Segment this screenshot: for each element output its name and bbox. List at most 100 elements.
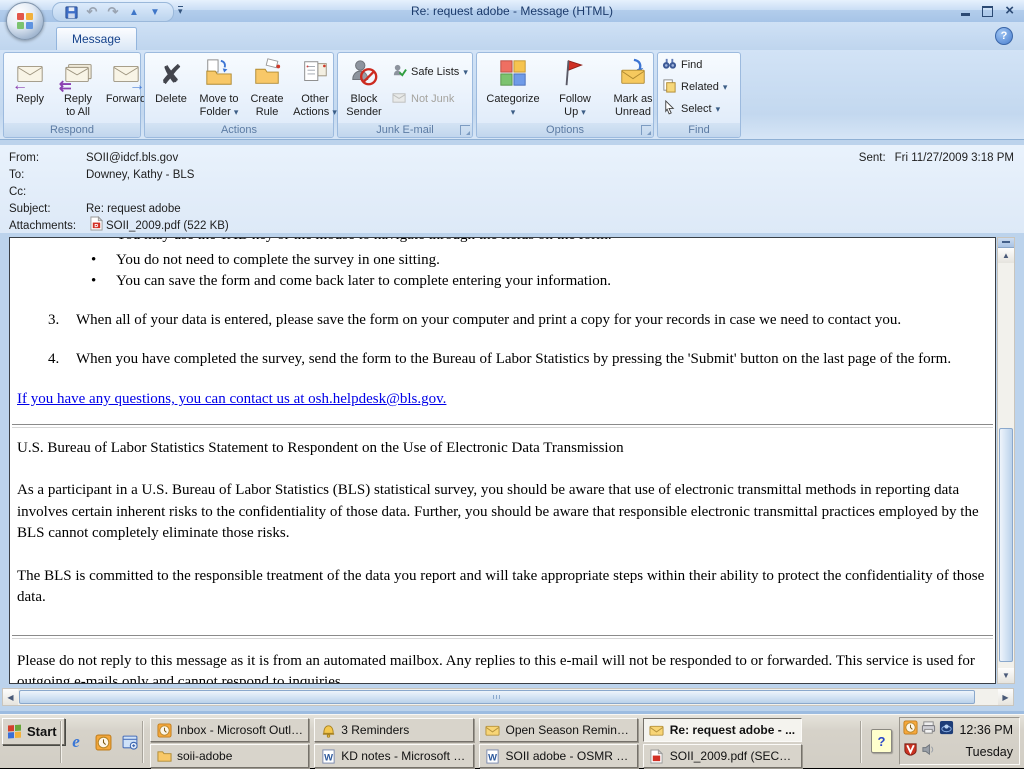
customize-qat-icon[interactable]: ▾ — [178, 6, 183, 15]
clock-day: Tuesday — [959, 745, 1013, 759]
forward-arrow-icon: → — [129, 77, 145, 95]
antivirus-shield-icon[interactable] — [903, 742, 918, 762]
start-button[interactable]: Start — [2, 718, 65, 745]
office-logo-icon — [17, 13, 33, 29]
divider — [12, 424, 993, 428]
delete-x-icon: ✘ — [160, 60, 183, 90]
ribbon: ← Reply ⇇ Replyto All — [0, 50, 1024, 140]
dialog-launcher-icon[interactable] — [641, 125, 651, 135]
find-binoculars-icon — [662, 56, 677, 74]
other-actions-button[interactable]: OtherActions ▾ — [291, 55, 339, 119]
internet-explorer-icon[interactable]: e — [67, 733, 85, 751]
outlook-icon[interactable] — [94, 733, 112, 751]
vertical-scroll-track[interactable] — [998, 262, 1014, 668]
volume-icon[interactable] — [921, 742, 936, 762]
related-button[interactable]: Related ▾ — [662, 78, 727, 96]
reply-to-all-button[interactable]: ⇇ Replyto All — [54, 55, 102, 119]
delete-button[interactable]: ✘ Delete — [147, 55, 195, 106]
taskbar-clock[interactable]: 12:36 PM Tuesday — [959, 719, 1016, 763]
mail-icon — [485, 722, 501, 738]
taskbar-button-soii-adobe[interactable]: soii-adobe — [150, 744, 309, 768]
move-to-folder-icon — [204, 58, 234, 93]
scroll-left-icon[interactable]: ◀ — [3, 689, 18, 705]
taskbar-button-soii-osmr[interactable]: W SOII adobe - OSMR revi... — [479, 744, 638, 768]
reply-button[interactable]: ← Reply — [6, 55, 54, 106]
select-cursor-icon — [662, 100, 677, 118]
sent-value: Fri 11/27/2009 3:18 PM — [895, 150, 1014, 167]
no-reply-notice: Please do not reply to this message as i… — [17, 651, 987, 685]
group-respond: ← Reply ⇇ Replyto All — [3, 52, 141, 138]
taskbar-button-inbox[interactable]: Inbox - Microsoft Outlook — [150, 718, 309, 742]
printer-icon[interactable] — [921, 720, 936, 740]
clock-time: 12:36 PM — [959, 723, 1013, 737]
group-label-actions: Actions — [145, 123, 333, 137]
message-header: From:SOII@idcf.bls.gov Sent:Fri 11/27/20… — [0, 145, 1024, 233]
scroll-up-icon[interactable]: ▲ — [998, 248, 1014, 263]
related-pages-icon — [662, 78, 677, 96]
help-icon[interactable]: ? — [995, 27, 1013, 45]
app-shortcut-icon[interactable] — [121, 733, 139, 751]
group-find: Find Related ▾ Select ▾ — [657, 52, 741, 138]
minimize-button[interactable] — [961, 13, 970, 16]
help-tooltip-icon[interactable]: ? — [871, 729, 892, 753]
taskbar-button-open-season[interactable]: Open Season Reminders... — [479, 718, 638, 742]
horizontal-scrollbar[interactable]: ◀ ▶ — [2, 688, 1014, 706]
tab-message[interactable]: Message — [56, 27, 137, 50]
group-label-junk: Junk E-mail — [376, 124, 433, 136]
message-window: Re: request adobe - Message (HTML) × ↶ ↷… — [0, 0, 1024, 714]
restore-button[interactable] — [982, 6, 993, 17]
not-junk-button[interactable]: Not Junk — [392, 90, 468, 108]
network-icon[interactable] — [939, 720, 954, 740]
chevron-down-icon: ▾ — [463, 67, 468, 78]
outlook-tray-icon[interactable] — [903, 720, 918, 740]
svg-text:W: W — [324, 752, 333, 762]
word-icon: W — [320, 748, 336, 764]
mail-icon — [649, 722, 665, 738]
scroll-down-icon[interactable]: ▼ — [998, 668, 1014, 683]
not-junk-icon — [392, 90, 407, 108]
redo-icon[interactable]: ↷ — [105, 4, 121, 20]
close-button[interactable]: × — [1005, 1, 1014, 21]
forward-button[interactable]: → Forward — [102, 55, 150, 106]
dialog-launcher-icon[interactable] — [460, 125, 470, 135]
office-button[interactable] — [6, 2, 44, 40]
horizontal-scroll-thumb[interactable] — [19, 690, 975, 704]
taskbar-button-kd-notes[interactable]: W KD notes - Microsoft Word — [314, 744, 473, 768]
chevron-down-icon: ▾ — [723, 82, 728, 93]
vertical-scrollbar[interactable]: ▲ ▼ — [997, 237, 1015, 684]
move-to-folder-button[interactable]: Move toFolder ▾ — [195, 55, 243, 119]
next-item-icon[interactable]: ▼ — [147, 4, 163, 20]
categorize-button[interactable]: Categorize▾ — [479, 55, 547, 119]
block-sender-button[interactable]: BlockSender — [340, 55, 388, 119]
save-icon[interactable] — [63, 4, 79, 20]
splitter-handle[interactable] — [998, 238, 1014, 248]
divider — [12, 635, 993, 639]
select-button[interactable]: Select ▾ — [662, 100, 720, 118]
mark-as-unread-button[interactable]: Mark asUnread — [603, 55, 663, 119]
vertical-scroll-thumb[interactable] — [999, 428, 1013, 661]
previous-item-icon[interactable]: ▲ — [126, 4, 142, 20]
sent-label: Sent: — [859, 150, 886, 167]
create-rule-button[interactable]: CreateRule — [243, 55, 291, 119]
numbered-item-3: 3.When all of your data is entered, plea… — [46, 310, 985, 331]
contact-link[interactable]: If you have any questions, you can conta… — [17, 389, 987, 410]
group-label-respond: Respond — [4, 123, 140, 137]
desktop: Re: request adobe - Message (HTML) × ↶ ↷… — [0, 0, 1024, 768]
windows-logo-icon — [8, 724, 23, 739]
follow-up-button[interactable]: FollowUp ▾ — [547, 55, 603, 119]
taskbar-button-request-adobe[interactable]: Re: request adobe - ... — [643, 718, 802, 742]
taskbar-button-reminders[interactable]: 3 Reminders — [314, 718, 473, 742]
reply-all-arrow-icon: ⇇ — [59, 77, 72, 95]
divider — [142, 721, 144, 763]
group-label-find: Find — [658, 123, 740, 137]
svg-text:W: W — [488, 752, 497, 762]
bullet-list: •You do not need to complete the survey … — [10, 250, 995, 292]
group-junk-email: BlockSender Safe Lists ▾ Not Junk — [337, 52, 473, 138]
system-tray: 12:36 PM Tuesday — [899, 717, 1020, 765]
undo-icon[interactable]: ↶ — [84, 4, 100, 20]
find-button[interactable]: Find — [662, 56, 702, 74]
statement-title: U.S. Bureau of Labor Statistics Statemen… — [17, 438, 987, 459]
taskbar-button-soii-pdf[interactable]: SOII_2009.pdf (SECURE... — [643, 744, 802, 768]
scroll-right-icon[interactable]: ▶ — [998, 689, 1013, 705]
safe-lists-button[interactable]: Safe Lists ▾ — [392, 63, 468, 81]
